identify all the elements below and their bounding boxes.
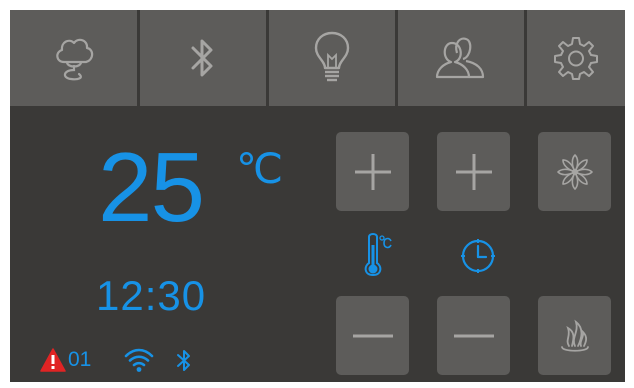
- cloud-icon: [55, 38, 93, 81]
- nav-light-button[interactable]: [269, 10, 395, 106]
- top-nav-bar: [10, 10, 625, 106]
- wifi-icon: [124, 348, 154, 372]
- clock-icon: [461, 239, 495, 273]
- temperature-readout: 25: [98, 132, 205, 242]
- users-icon: [435, 37, 485, 79]
- temp-increase-button[interactable]: [336, 132, 409, 211]
- lightbulb-icon: [314, 31, 350, 82]
- plus-icon: [455, 153, 492, 190]
- timer-increase-button[interactable]: [437, 132, 510, 211]
- fan-flower-icon: [556, 153, 593, 190]
- plus-icon: [354, 153, 391, 190]
- flame-heat-icon: [560, 319, 589, 352]
- nav-settings-button[interactable]: [527, 10, 625, 106]
- fan-button[interactable]: [538, 132, 611, 211]
- minus-icon: [352, 334, 393, 337]
- minus-icon: [453, 334, 494, 337]
- time-readout: 12:30: [96, 272, 207, 319]
- nav-bluetooth-button[interactable]: [140, 10, 266, 106]
- heat-button[interactable]: [538, 296, 611, 375]
- status-bluetooth-icon: [177, 350, 190, 371]
- temperature-unit: ℃: [236, 145, 284, 192]
- nav-users-button[interactable]: [398, 10, 524, 106]
- nav-cloud-button[interactable]: [10, 10, 137, 106]
- thermometer-celsius-icon: [364, 233, 392, 277]
- control-panel: 25 ℃ 12:30 01: [10, 10, 625, 382]
- gear-icon: [554, 37, 598, 80]
- alarm-count: 01: [68, 348, 92, 371]
- warning-icon: [40, 348, 66, 372]
- timer-decrease-button[interactable]: [437, 296, 510, 375]
- bluetooth-icon: [191, 39, 213, 77]
- temp-decrease-button[interactable]: [336, 296, 409, 375]
